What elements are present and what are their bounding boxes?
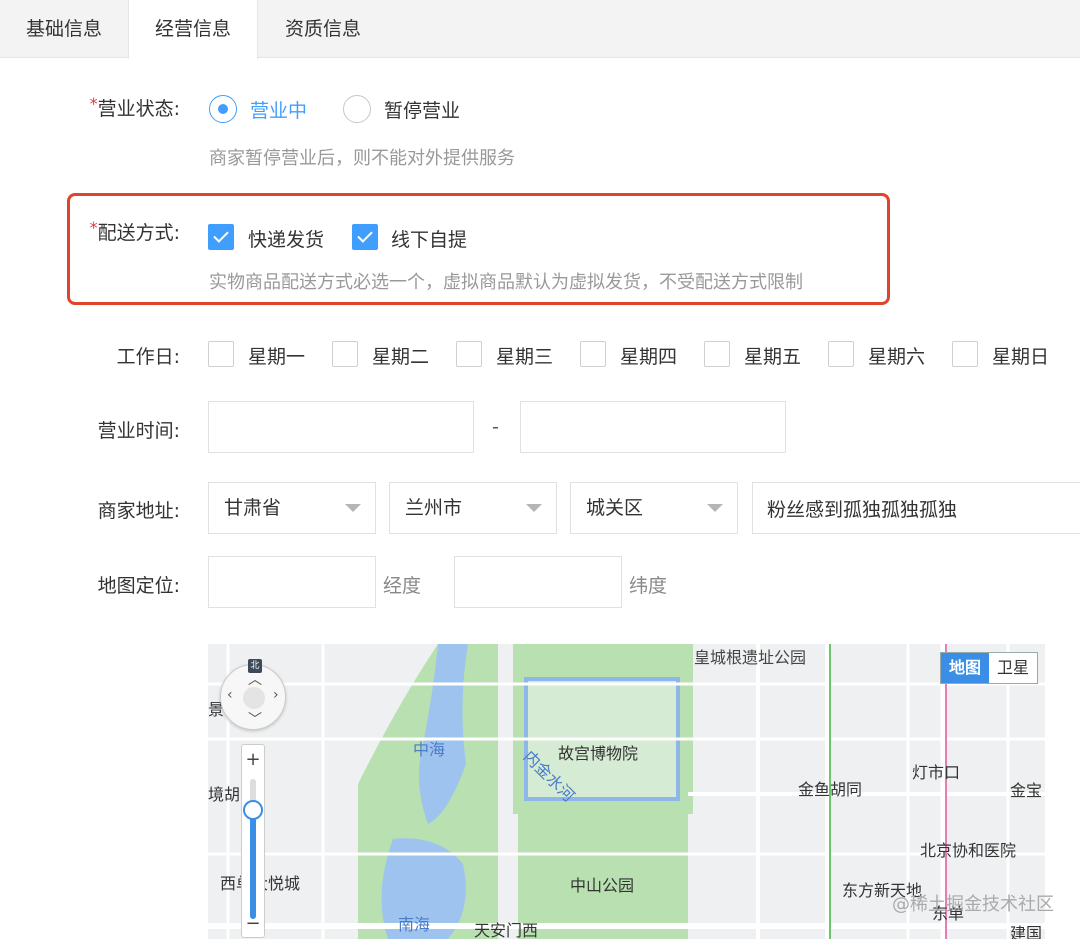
map-label-palace-museum: 故宫博物院: [558, 744, 639, 763]
delivery-label: *配送方式:: [0, 218, 180, 245]
tab-basic-info[interactable]: 基础信息: [0, 0, 128, 58]
map-zoom-control: + −: [241, 744, 265, 938]
status-hint: 商家暂停营业后，则不能对外提供服务: [209, 148, 515, 169]
map-label-zhonghai: 中海: [413, 740, 446, 759]
checkbox-thursday-label[interactable]: 星期四: [620, 342, 677, 369]
checkbox-pickup-label[interactable]: 线下自提: [391, 225, 467, 252]
zoom-level-fill: [250, 809, 256, 919]
zoom-in-icon[interactable]: +: [242, 749, 264, 770]
checkbox-saturday-label[interactable]: 星期六: [868, 342, 925, 369]
map-label-jinyu-hutong: 金鱼胡同: [798, 780, 863, 799]
tab-business-info[interactable]: 经营信息: [128, 0, 258, 59]
hours-label: 营业时间:: [97, 420, 180, 442]
chevron-down-icon: [345, 504, 361, 512]
radio-paused[interactable]: [343, 95, 371, 123]
longitude-input[interactable]: [208, 556, 376, 608]
province-select[interactable]: 甘肃省: [208, 482, 376, 534]
longitude-unit: 经度: [383, 575, 422, 597]
address-detail-input[interactable]: [752, 482, 1080, 534]
chevron-down-icon: [526, 504, 542, 512]
map-label-tiananmen-west: 天安门西: [474, 921, 539, 939]
district-value: 城关区: [586, 497, 644, 519]
map-label-zhongshan-park: 中山公园: [570, 876, 635, 895]
pan-center: [243, 687, 265, 709]
checkbox-monday[interactable]: [208, 341, 234, 367]
checkbox-friday-label[interactable]: 星期五: [744, 342, 801, 369]
radio-open[interactable]: [209, 95, 237, 123]
checkbox-sunday-label[interactable]: 星期日: [992, 342, 1049, 369]
map-label-nanhai: 南海: [398, 915, 431, 934]
district-select[interactable]: 城关区: [570, 482, 738, 534]
radio-open-label[interactable]: 营业中: [250, 96, 307, 123]
zoom-slider-handle[interactable]: [243, 800, 263, 820]
checkbox-tuesday-label[interactable]: 星期二: [372, 342, 429, 369]
city-value: 兰州市: [405, 497, 463, 519]
pan-right-icon[interactable]: ›: [273, 687, 279, 703]
map-label-dengshikou: 灯市口: [912, 763, 961, 782]
location-label: 地图定位:: [97, 575, 180, 597]
latitude-unit: 纬度: [629, 575, 668, 597]
pan-up-icon[interactable]: ︿: [248, 669, 262, 689]
checkbox-monday-label[interactable]: 星期一: [248, 342, 305, 369]
tab-qualification-info[interactable]: 资质信息: [258, 0, 388, 58]
checkbox-express[interactable]: [208, 224, 234, 250]
required-mark: *: [89, 218, 98, 237]
map-pan-control[interactable]: 北 ︿ ﹀ ‹ ›: [220, 659, 286, 730]
hours-end-input[interactable]: [520, 401, 786, 453]
status-label-text: 营业状态:: [97, 98, 180, 120]
tab-bar: 基础信息 经营信息 资质信息: [0, 0, 1080, 59]
delivery-label-text: 配送方式:: [97, 222, 180, 244]
checkbox-saturday[interactable]: [828, 341, 854, 367]
checkbox-thursday[interactable]: [580, 341, 606, 367]
checkbox-pickup[interactable]: [352, 224, 378, 250]
checkbox-sunday[interactable]: [952, 341, 978, 367]
checkbox-tuesday[interactable]: [332, 341, 358, 367]
pan-left-icon[interactable]: ‹: [227, 687, 233, 703]
map-label-pumc-hospital: 北京协和医院: [920, 841, 1017, 860]
checkbox-wednesday-label[interactable]: 星期三: [496, 342, 553, 369]
map-type-satellite-button[interactable]: 卫星: [989, 653, 1037, 683]
checkbox-wednesday[interactable]: [456, 341, 482, 367]
zoom-out-icon[interactable]: −: [242, 913, 264, 934]
radio-paused-label[interactable]: 暂停营业: [384, 96, 460, 123]
status-label: *营业状态:: [0, 94, 180, 121]
map-label-left-edge: 境胡: [208, 785, 241, 804]
map-label-jinbao: 金宝: [1010, 781, 1043, 800]
latitude-input[interactable]: [454, 556, 622, 608]
map-type-switch: 地图 卫星: [939, 652, 1038, 684]
address-label: 商家地址:: [97, 500, 180, 522]
map-label-imperial-wall-park: 皇城根遗址公园: [694, 648, 807, 667]
hours-start-input[interactable]: [208, 401, 474, 453]
pan-down-icon[interactable]: ﹀: [248, 709, 262, 729]
map-label-jianguo: 建国: [1010, 924, 1043, 939]
city-select[interactable]: 兰州市: [389, 482, 557, 534]
chevron-down-icon: [707, 504, 723, 512]
checkbox-friday[interactable]: [704, 341, 730, 367]
map-type-map-button[interactable]: 地图: [940, 653, 989, 683]
workdays-label: 工作日:: [116, 346, 180, 368]
delivery-hint: 实物商品配送方式必选一个，虚拟商品默认为虚拟发货，不受配送方式限制: [209, 272, 803, 293]
watermark: @稀土掘金技术社区: [892, 894, 1054, 915]
province-value: 甘肃省: [224, 497, 282, 519]
hours-separator: -: [492, 416, 499, 438]
required-mark: *: [89, 94, 98, 113]
checkbox-express-label[interactable]: 快递发货: [248, 225, 324, 252]
